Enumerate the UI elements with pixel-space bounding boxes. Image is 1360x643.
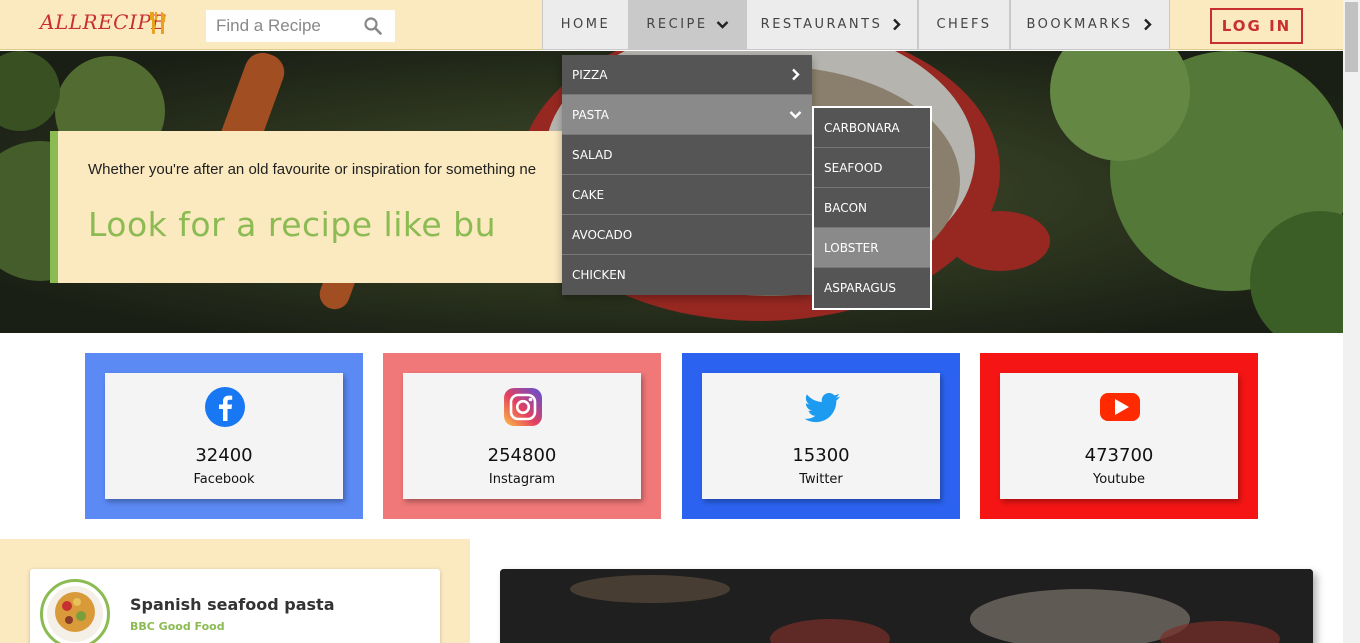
nav-home[interactable]: HOME — [542, 0, 629, 50]
menu-item-avocado[interactable]: AVOCADO — [562, 215, 812, 255]
site-header: ALLRECIPE HOME RECIPE RESTAURANTS CHEFS — [0, 0, 1343, 50]
submenu-item-lobster[interactable]: LOBSTER — [814, 228, 930, 268]
menu-item-cake[interactable]: CAKE — [562, 175, 812, 215]
hero-title: Look for a recipe like bu — [88, 205, 496, 244]
youtube-icon — [1100, 393, 1140, 421]
social-count: 473700 — [1084, 445, 1154, 466]
submenu-item-bacon[interactable]: BACON — [814, 188, 930, 228]
search-box — [206, 10, 395, 42]
hero-card: Whether you're after an old favourite or… — [50, 131, 610, 283]
logo[interactable]: ALLRECIPE — [40, 10, 166, 34]
social-count: 32400 — [195, 445, 253, 466]
scrollbar-track[interactable] — [1343, 0, 1360, 643]
nav-bookmarks-label: BOOKMARKS — [1026, 17, 1133, 32]
nav-recipe-label: RECIPE — [646, 17, 708, 32]
social-card-inner: 32400 Facebook — [105, 373, 343, 499]
chevron-down-icon — [716, 21, 728, 29]
recipe-thumbnail-image — [47, 586, 103, 642]
menu-item-label: CHICKEN — [572, 268, 626, 282]
chevron-down-icon — [789, 111, 802, 119]
submenu-item-asparagus[interactable]: ASPARAGUS — [814, 268, 930, 308]
social-label: Youtube — [1093, 472, 1145, 487]
facebook-icon — [205, 387, 245, 427]
pasta-submenu: CARBONARA SEAFOOD BACON LOBSTER ASPARAGU… — [812, 106, 932, 310]
featured-image — [500, 569, 1313, 643]
menu-item-pizza[interactable]: PIZZA — [562, 55, 812, 95]
chevron-right-icon — [893, 18, 902, 31]
nav-home-label: HOME — [560, 17, 611, 32]
social-count: 15300 — [792, 445, 850, 466]
scrollbar-thumb[interactable] — [1345, 2, 1358, 72]
social-card-inner: 254800 Instagram — [403, 373, 641, 499]
hero-text: Whether you're after an old favourite or… — [88, 161, 537, 178]
nav-recipe[interactable]: RECIPE — [629, 0, 746, 50]
social-count: 254800 — [487, 445, 557, 466]
menu-item-pasta[interactable]: PASTA — [562, 95, 812, 135]
utensils-icon — [150, 12, 166, 34]
nav-chefs[interactable]: CHEFS — [918, 0, 1010, 50]
social-card-youtube[interactable]: 473700 Youtube — [980, 353, 1258, 519]
social-card-facebook[interactable]: 32400 Facebook — [85, 353, 363, 519]
menu-item-chicken[interactable]: CHICKEN — [562, 255, 812, 295]
login-button[interactable]: LOG IN — [1210, 8, 1303, 44]
search-input[interactable] — [206, 10, 356, 42]
social-card-inner: 15300 Twitter — [702, 373, 940, 499]
nav-restaurants-label: RESTAURANTS — [760, 17, 883, 32]
search-icon[interactable] — [364, 17, 382, 35]
submenu-item-carbonara[interactable]: CARBONARA — [814, 108, 930, 148]
featured-image-photo — [500, 569, 1313, 643]
twitter-icon — [804, 393, 840, 423]
social-card-inner: 473700 Youtube — [1000, 373, 1238, 499]
social-label: Twitter — [799, 472, 843, 487]
nav-restaurants[interactable]: RESTAURANTS — [746, 0, 918, 50]
chevron-right-icon — [1143, 18, 1152, 31]
submenu-item-seafood[interactable]: SEAFOOD — [814, 148, 930, 188]
recipe-thumbnail — [40, 579, 110, 643]
menu-item-label: CAKE — [572, 187, 605, 202]
recipe-source: BBC Good Food — [130, 620, 225, 633]
social-card-twitter[interactable]: 15300 Twitter — [682, 353, 960, 519]
social-label: Instagram — [488, 472, 556, 487]
instagram-icon — [504, 388, 542, 426]
nav-chefs-label: CHEFS — [936, 17, 992, 32]
social-label: Facebook — [193, 472, 255, 487]
recipe-dropdown: PIZZA PASTA SALAD CAKE AVOCADO CHICKEN — [562, 55, 812, 295]
chevron-right-icon — [792, 68, 800, 81]
menu-item-label: AVOCADO — [572, 227, 633, 242]
menu-item-label: PASTA — [572, 107, 609, 122]
menu-item-label: SALAD — [572, 147, 613, 162]
recipe-title: Spanish seafood pasta — [130, 595, 335, 614]
main-nav: HOME RECIPE RESTAURANTS CHEFS BOOKMARKS — [542, 0, 1170, 50]
menu-item-label: PIZZA — [572, 67, 608, 82]
nav-bookmarks[interactable]: BOOKMARKS — [1010, 0, 1170, 50]
recipe-card[interactable]: Spanish seafood pasta BBC Good Food — [30, 569, 440, 643]
menu-item-salad[interactable]: SALAD — [562, 135, 812, 175]
social-card-instagram[interactable]: 254800 Instagram — [383, 353, 661, 519]
